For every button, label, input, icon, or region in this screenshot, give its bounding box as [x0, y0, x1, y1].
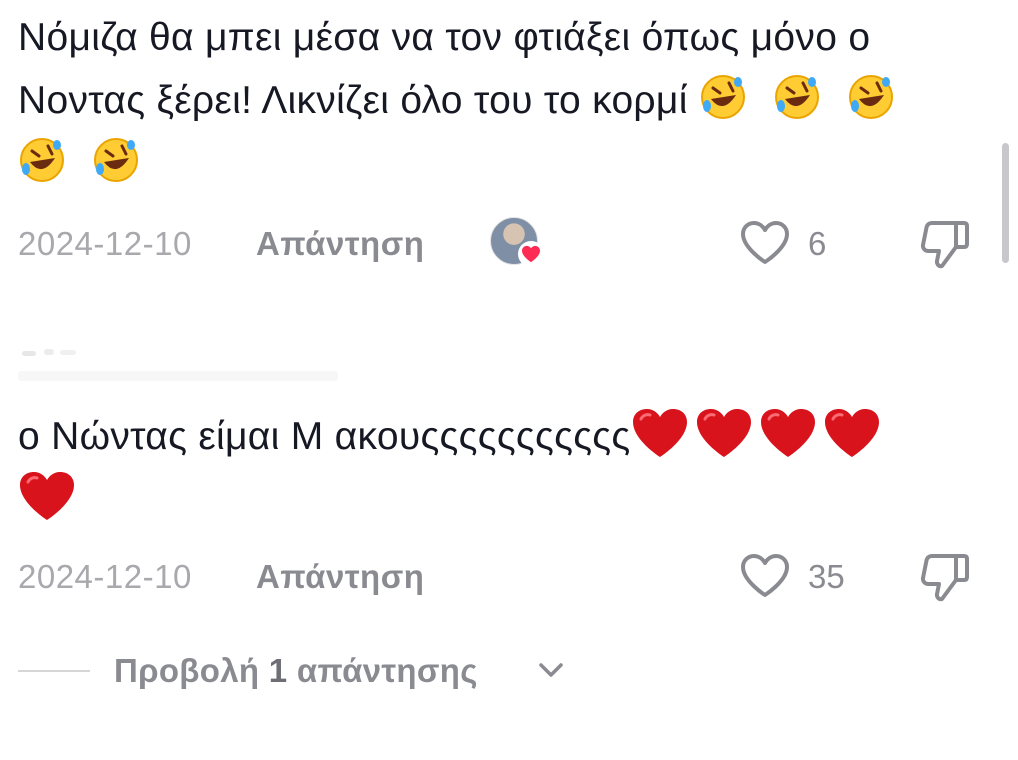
view-replies-prefix: Προβολή	[114, 652, 269, 689]
rofl-emoji-icon	[774, 75, 819, 119]
comment-date: 2024-12-10	[18, 558, 192, 595]
red-heart-emoji-icon	[824, 409, 879, 457]
red-heart-emoji-icon	[20, 472, 74, 520]
comment-1-meta: 2024-12-10 Απάντηση 6	[18, 217, 978, 269]
comment-2-meta: 2024-12-10 Απάντηση 35	[18, 550, 978, 602]
like-count: 6	[808, 225, 827, 262]
chevron-down-icon[interactable]	[538, 661, 564, 679]
view-replies-label[interactable]: Προβολή 1 απάντησης	[114, 652, 478, 690]
comment-2-text: ο Νώντας είμαι Μ ακουςςςςςςςςςςς	[18, 405, 918, 531]
replies-divider	[18, 670, 90, 672]
red-heart-emoji-icon	[632, 409, 687, 457]
heart-outline-icon[interactable]	[740, 220, 790, 266]
view-replies-button[interactable]: Προβολή 1 απάντησης	[18, 645, 618, 695]
username-blurred[interactable]	[18, 345, 338, 385]
comment-2-body: ο Νώντας είμαι Μ ακουςςςςςςςςςςς	[18, 415, 631, 458]
rofl-emoji-icon	[94, 138, 139, 182]
creator-liked-heart-icon	[518, 241, 544, 267]
comment-1-text: Νόμιζα θα μπει μέσα να τον φτιάξει όπως …	[18, 6, 918, 195]
reply-button[interactable]: Απάντηση	[256, 558, 424, 596]
red-heart-emoji-icon	[696, 409, 751, 457]
rofl-emoji-icon	[20, 138, 64, 182]
rofl-emoji-icon	[700, 75, 745, 119]
like-count: 35	[808, 558, 845, 595]
rofl-emoji-icon	[849, 75, 894, 119]
reply-button[interactable]: Απάντηση	[256, 225, 424, 263]
red-heart-emoji-icon	[760, 409, 815, 457]
thumbs-down-icon[interactable]	[918, 552, 972, 602]
heart-outline-icon[interactable]	[740, 553, 790, 599]
view-replies-count: 1	[268, 652, 288, 689]
view-replies-suffix: απάντησης	[287, 652, 478, 689]
scrollbar[interactable]	[1002, 143, 1009, 263]
thumbs-down-icon[interactable]	[918, 219, 972, 269]
comment-date: 2024-12-10	[18, 225, 192, 262]
